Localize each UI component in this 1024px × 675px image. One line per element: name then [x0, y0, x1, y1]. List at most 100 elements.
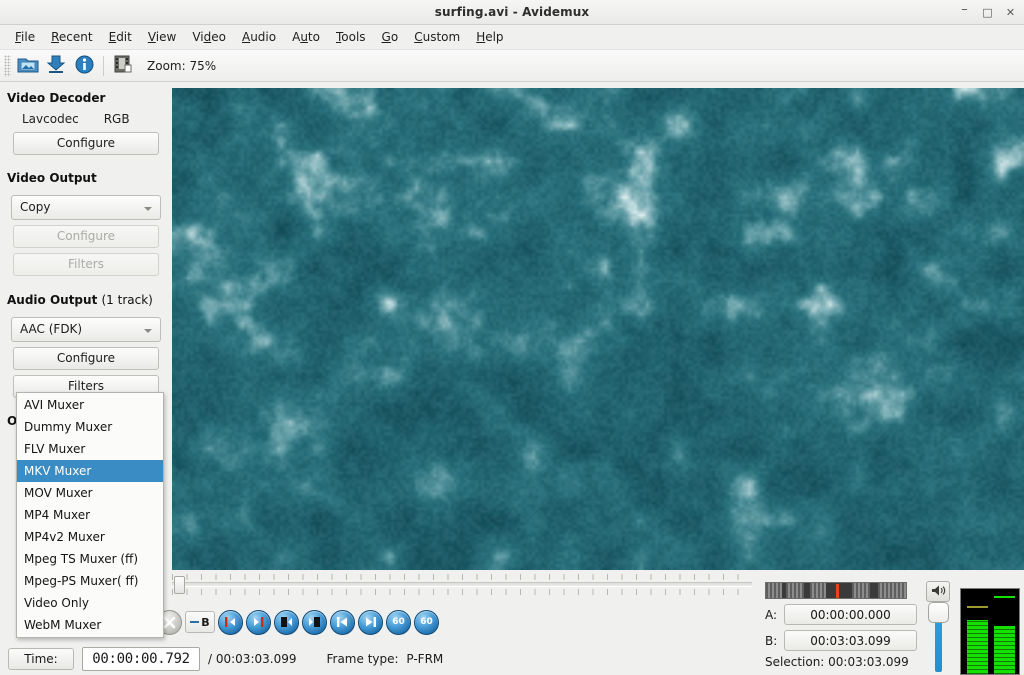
- window-controls: – □ ✕: [955, 3, 1020, 22]
- maximize-button[interactable]: □: [978, 3, 997, 22]
- forward-60s-button[interactable]: 60: [414, 610, 439, 635]
- timeline-ticks-top: [172, 574, 752, 580]
- menu-item-edit[interactable]: Edit: [101, 27, 140, 47]
- audio-output-title: Audio Output: [7, 293, 97, 307]
- toolbar-grip[interactable]: [4, 55, 11, 77]
- vu-peak-right: [994, 596, 1015, 598]
- jump-seconds-label: 60: [392, 617, 405, 627]
- film-properties-icon: [113, 54, 133, 77]
- timeline-slider[interactable]: [172, 572, 752, 602]
- timeline-track[interactable]: [172, 582, 752, 587]
- set-marker-b-button[interactable]: [246, 610, 271, 635]
- open-file-icon: [17, 54, 39, 77]
- video-decoder-heading: Video Decoder: [0, 91, 172, 105]
- marker-a-label: A:: [765, 608, 777, 622]
- timeline-ticks-bottom: [172, 589, 752, 595]
- film-properties-button[interactable]: [109, 53, 137, 79]
- save-file-button[interactable]: [42, 53, 70, 79]
- mute-toggle-button[interactable]: [926, 581, 950, 602]
- marker-audio-panel: A: 00:00:00.000 B: 00:03:03.099 Selectio…: [760, 578, 1024, 675]
- title-bar: surfing.avi - Avidemux – □ ✕: [0, 0, 1024, 25]
- video-output-filters-button[interactable]: Filters: [13, 253, 159, 276]
- marker-b-field[interactable]: 00:03:03.099: [784, 630, 917, 651]
- menu-item-audio[interactable]: Audio: [234, 27, 284, 47]
- video-frame-canvas: [172, 88, 1024, 570]
- audio-vu-meter: [960, 588, 1020, 675]
- goto-marker-a-button[interactable]: [274, 610, 299, 635]
- menu-bar: FileRecentEditViewVideoAudioAutoToolsGoC…: [0, 25, 1024, 50]
- dropdown-option[interactable]: MKV Muxer: [17, 460, 163, 482]
- playhead-marker: [836, 584, 839, 599]
- goto-marker-b-button[interactable]: [302, 610, 327, 635]
- previous-keyframe-button[interactable]: [330, 610, 355, 635]
- back-60s-button[interactable]: 60: [386, 610, 411, 635]
- dropdown-option[interactable]: Dummy Muxer: [17, 416, 163, 438]
- volume-slider-knob[interactable]: [928, 602, 949, 623]
- total-time-label: / 00:03:03.099: [208, 652, 296, 666]
- menu-item-go[interactable]: Go: [374, 27, 407, 47]
- current-time-display[interactable]: 00:00:00.792: [82, 647, 200, 671]
- window-title: surfing.avi - Avidemux: [435, 5, 590, 19]
- marker-a-field[interactable]: 00:00:00.000: [784, 604, 917, 625]
- dropdown-option[interactable]: MP4v2 Muxer: [17, 526, 163, 548]
- frame-type-caption: Frame type:: [326, 652, 398, 666]
- dropdown-option[interactable]: Video Only: [17, 592, 163, 614]
- vu-bar-left: [967, 620, 988, 674]
- menu-item-view[interactable]: View: [140, 27, 184, 47]
- minimize-button[interactable]: –: [955, 3, 974, 22]
- timeline-handle[interactable]: [174, 576, 185, 594]
- video-decoder-configure-button[interactable]: Configure: [13, 132, 159, 155]
- main-toolbar: Zoom: 75%: [0, 50, 1024, 82]
- menu-item-auto[interactable]: Auto: [284, 27, 328, 47]
- video-output-configure-button[interactable]: Configure: [13, 225, 159, 248]
- dropdown-option[interactable]: Mpeg-PS Muxer( ff): [17, 570, 163, 592]
- dropdown-option[interactable]: FLV Muxer: [17, 438, 163, 460]
- chevron-down-icon: [144, 207, 152, 211]
- time-button[interactable]: Time:: [8, 648, 74, 670]
- audio-output-codec-value: AAC (FDK): [20, 322, 82, 336]
- menu-item-file[interactable]: File: [7, 27, 43, 47]
- marker-a-row: A: 00:00:00.000: [765, 604, 917, 625]
- append-b-label: B: [201, 616, 209, 629]
- chevron-down-icon: [144, 329, 152, 333]
- open-file-button[interactable]: [14, 53, 42, 79]
- status-bar: Time: 00:00:00.792 / 00:03:03.099 Frame …: [0, 642, 760, 675]
- vu-peak-left: [967, 606, 988, 608]
- video-output-heading: Video Output: [0, 171, 172, 185]
- marker-b-label: B:: [765, 634, 777, 648]
- video-preview[interactable]: [172, 88, 1024, 570]
- dropdown-option[interactable]: WebM Muxer: [17, 614, 163, 636]
- menu-item-help[interactable]: Help: [468, 27, 511, 47]
- vu-bar-right: [994, 626, 1015, 674]
- avidemux-window: surfing.avi - Avidemux – □ ✕ FileRecentE…: [0, 0, 1024, 675]
- audio-output-codec-select[interactable]: AAC (FDK): [11, 317, 161, 342]
- decoder-colorspace-label: RGB: [104, 112, 130, 126]
- menu-item-custom[interactable]: Custom: [406, 27, 468, 47]
- save-file-icon: [46, 54, 66, 77]
- dropdown-option[interactable]: MP4 Muxer: [17, 504, 163, 526]
- output-format-dropdown[interactable]: AVI MuxerDummy MuxerFLV MuxerMKV MuxerMO…: [16, 392, 164, 638]
- frame-type-label: Frame type: P-FRM: [326, 652, 443, 666]
- video-output-codec-select[interactable]: Copy: [11, 195, 161, 220]
- close-button[interactable]: ✕: [1001, 3, 1020, 22]
- jump-seconds-label: 60: [420, 617, 433, 627]
- menu-item-recent[interactable]: Recent: [43, 27, 101, 47]
- audio-output-configure-button[interactable]: Configure: [13, 347, 159, 370]
- menu-item-tools[interactable]: Tools: [328, 27, 374, 47]
- next-keyframe-button[interactable]: [358, 610, 383, 635]
- info-icon: [75, 55, 94, 77]
- append-b-button[interactable]: B: [185, 611, 215, 633]
- speaker-icon: [931, 584, 946, 600]
- navigation-strip[interactable]: [765, 582, 907, 599]
- dropdown-option[interactable]: AVI Muxer: [17, 394, 163, 416]
- dropdown-option[interactable]: Mpeg TS Muxer (ff): [17, 548, 163, 570]
- set-marker-a-button[interactable]: [218, 610, 243, 635]
- video-output-codec-value: Copy: [20, 200, 50, 214]
- dropdown-option[interactable]: MOV Muxer: [17, 482, 163, 504]
- decoder-codec-label: Lavcodec: [22, 112, 79, 126]
- decoder-info-row: Lavcodec RGB: [0, 105, 172, 132]
- selection-duration-label: Selection: 00:03:03.099: [765, 655, 909, 669]
- menu-item-video[interactable]: Video: [184, 27, 234, 47]
- info-button[interactable]: [70, 53, 98, 79]
- toolbar-separator: [103, 56, 104, 76]
